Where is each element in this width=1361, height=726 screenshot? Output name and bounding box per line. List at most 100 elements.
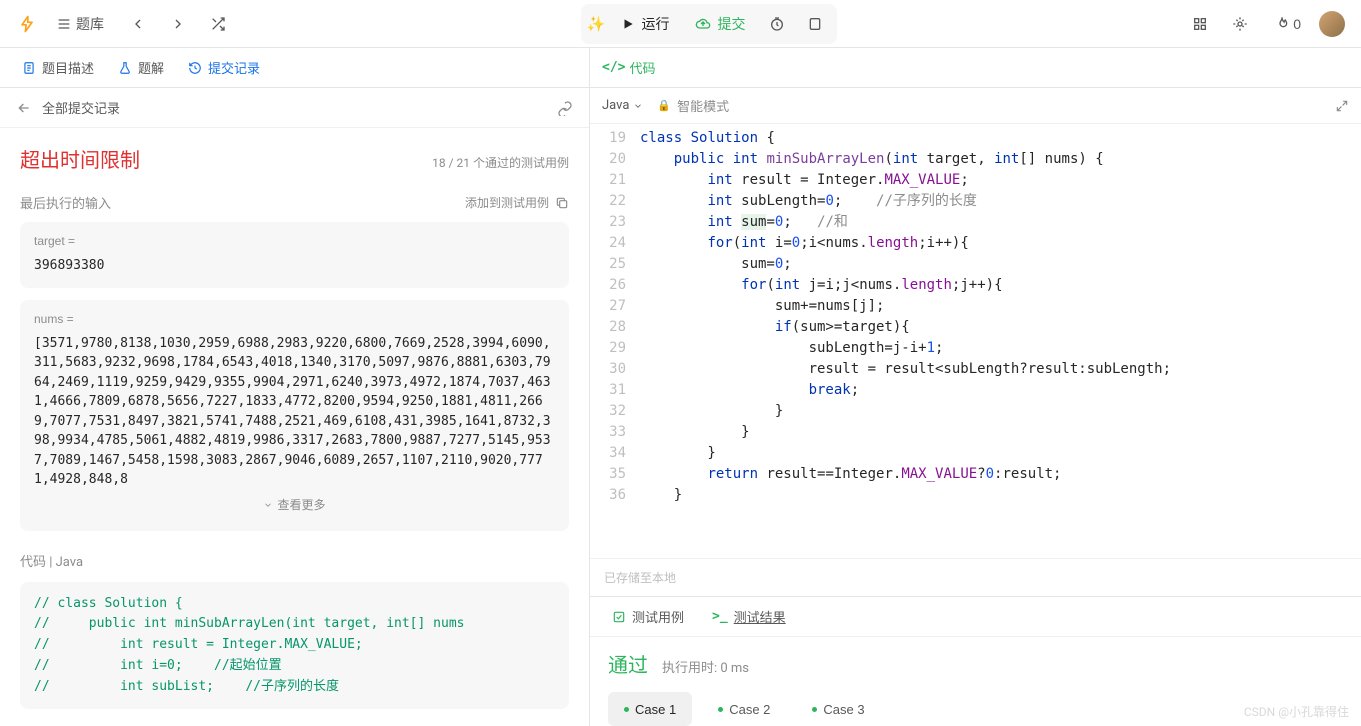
code-tab[interactable]: </> 代码 [602,58,656,77]
topbar: 题库 ✨ 运行 提交 0 [0,0,1361,48]
tab-test-result[interactable]: >_ 测试结果 [702,601,796,633]
result-area: 通过 执行用时: 0 ms Case 1 Case 2 Case 3 [590,636,1361,726]
code-editor[interactable]: 19class Solution {20 public int minSubAr… [590,124,1361,558]
editor-line[interactable]: 35 return result==Integer.MAX_VALUE?0:re… [590,464,1361,485]
line-number: 22 [590,191,640,212]
line-code[interactable]: int sum=0; //和 [640,212,1361,233]
list-icon [56,16,72,32]
line-number: 23 [590,212,640,233]
expand-icon[interactable] [1335,99,1349,113]
line-number: 25 [590,254,640,275]
line-code[interactable]: int subLength=0; //子序列的长度 [640,191,1361,212]
editor-line[interactable]: 26 for(int j=i;j<nums.length;j++){ [590,275,1361,296]
code-icon: </> [602,60,625,75]
line-code[interactable]: public int minSubArrayLen(int target, in… [640,149,1361,170]
line-code[interactable]: int result = Integer.MAX_VALUE; [640,170,1361,191]
nums-label: nums = [34,312,555,326]
smart-mode-label: 智能模式 [677,96,729,115]
line-number: 20 [590,149,640,170]
cloud-upload-icon [695,16,711,32]
avatar[interactable] [1319,11,1345,37]
spark-icon[interactable]: ✨ [587,15,606,33]
line-code[interactable]: } [640,443,1361,464]
line-number: 35 [590,464,640,485]
editor-line[interactable]: 32 } [590,401,1361,422]
editor-line[interactable]: 27 sum+=nums[j]; [590,296,1361,317]
timer-button[interactable] [761,8,793,40]
line-code[interactable]: if(sum>=target){ [640,317,1361,338]
tab-testcases[interactable]: 测试用例 [602,601,694,633]
see-more-button[interactable]: 查看更多 [34,490,555,519]
editor-line[interactable]: 30 result = result<subLength?result:subL… [590,359,1361,380]
tab-solution[interactable]: 题解 [108,52,174,84]
logo[interactable] [16,13,38,35]
history-icon [188,61,202,75]
line-number: 36 [590,485,640,506]
settings-button[interactable] [1224,8,1256,40]
line-code[interactable]: for(int j=i;j<nums.length;j++){ [640,275,1361,296]
editor-line[interactable]: 20 public int minSubArrayLen(int target,… [590,149,1361,170]
code-section-label: 代码 | Java [20,551,569,570]
line-code[interactable]: for(int i=0;i<nums.length;i++){ [640,233,1361,254]
note-button[interactable] [799,8,831,40]
editor-line[interactable]: 24 for(int i=0;i<nums.length;i++){ [590,233,1361,254]
gear-icon [1232,16,1248,32]
editor-line[interactable]: 23 int sum=0; //和 [590,212,1361,233]
layout-button[interactable] [1184,8,1216,40]
problems-button[interactable]: 题库 [46,8,114,40]
language-select[interactable]: Java [602,98,643,113]
add-testcase-button[interactable]: 添加到测试用例 [465,194,569,211]
check-square-icon [612,610,626,624]
line-code[interactable]: sum+=nums[j]; [640,296,1361,317]
line-code[interactable]: } [640,401,1361,422]
nums-value: [3571,9780,8138,1030,2959,6988,2983,9220… [34,334,555,490]
line-number: 26 [590,275,640,296]
status-dot [624,707,629,712]
tab-history[interactable]: 提交记录 [178,52,270,84]
run-button[interactable]: 运行 [611,9,679,39]
shuffle-icon [210,16,226,32]
line-code[interactable]: class Solution { [640,128,1361,149]
editor-line[interactable]: 22 int subLength=0; //子序列的长度 [590,191,1361,212]
editor-line[interactable]: 25 sum=0; [590,254,1361,275]
play-icon [621,17,635,31]
editor-line[interactable]: 31 break; [590,380,1361,401]
back-icon[interactable] [16,100,32,116]
fire-button[interactable]: 0 [1264,8,1311,40]
editor-line[interactable]: 21 int result = Integer.MAX_VALUE; [590,170,1361,191]
tab-description[interactable]: 题目描述 [12,52,104,84]
case-3-button[interactable]: Case 3 [796,692,880,726]
next-button[interactable] [162,8,194,40]
editor-line[interactable]: 34 } [590,443,1361,464]
case-1-button[interactable]: Case 1 [608,692,692,726]
line-code[interactable]: } [640,422,1361,443]
editor-line[interactable]: 28 if(sum>=target){ [590,317,1361,338]
shuffle-button[interactable] [202,8,234,40]
doc-icon [22,61,36,75]
target-box: target = 396893380 [20,222,569,288]
case-2-button[interactable]: Case 2 [702,692,786,726]
line-code[interactable]: result = result<subLength?result:subLeng… [640,359,1361,380]
status-text: 超出时间限制 [20,144,140,173]
line-code[interactable]: return result==Integer.MAX_VALUE?0:resul… [640,464,1361,485]
line-code[interactable]: sum=0; [640,254,1361,275]
right-pane: </> 代码 Java 🔒 智能模式 19class Solution {20 … [590,48,1361,726]
line-code[interactable]: break; [640,380,1361,401]
line-number: 27 [590,296,640,317]
line-number: 31 [590,380,640,401]
smart-mode[interactable]: 🔒 智能模式 [657,96,729,115]
line-code[interactable]: } [640,485,1361,506]
code-snippet: // class Solution { // public int minSub… [20,582,569,710]
all-submissions-label[interactable]: 全部提交记录 [42,98,547,117]
submission-header: 全部提交记录 [0,88,589,128]
editor-line[interactable]: 33 } [590,422,1361,443]
line-number: 33 [590,422,640,443]
prev-button[interactable] [122,8,154,40]
line-code[interactable]: subLength=j-i+1; [640,338,1361,359]
editor-line[interactable]: 36 } [590,485,1361,506]
link-icon[interactable] [557,100,573,116]
submit-button[interactable]: 提交 [685,9,755,39]
editor-line[interactable]: 29 subLength=j-i+1; [590,338,1361,359]
editor-line[interactable]: 19class Solution { [590,128,1361,149]
lock-icon: 🔒 [657,99,671,112]
